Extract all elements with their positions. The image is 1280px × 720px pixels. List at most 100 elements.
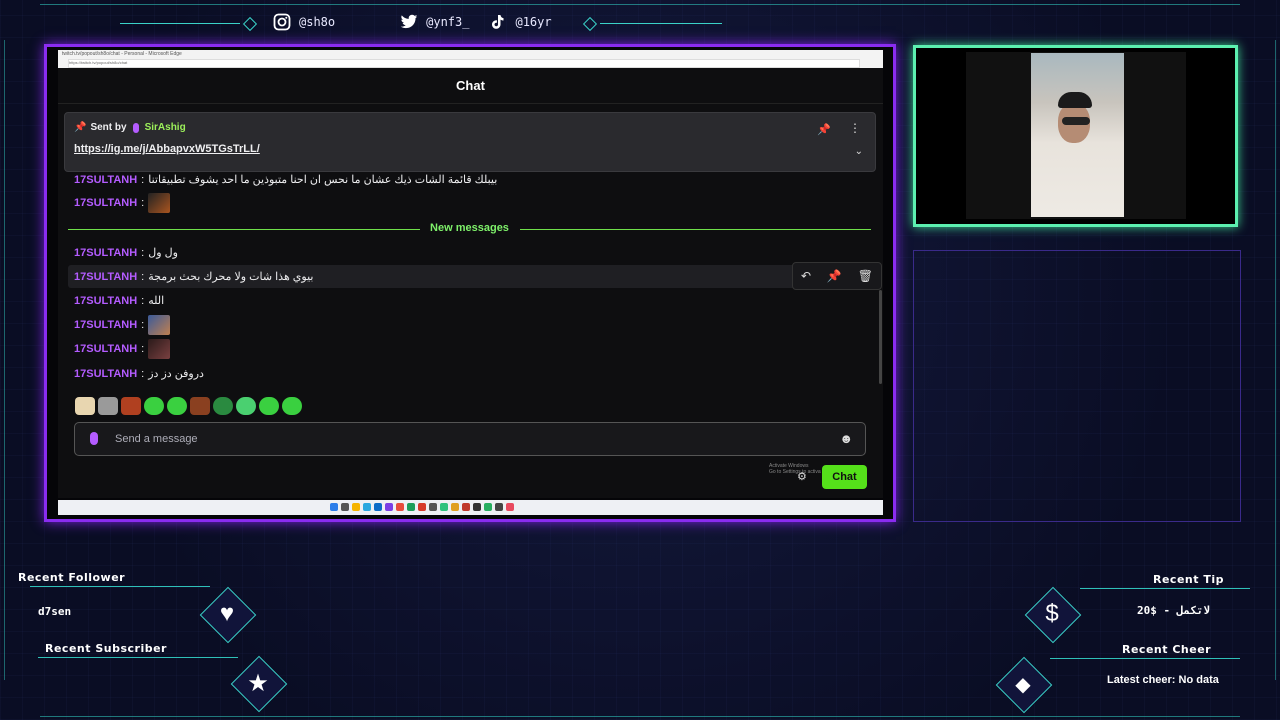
emote-button[interactable]: [167, 397, 187, 415]
mic-icon: [132, 122, 139, 133]
recent-cheer-label: Recent Cheer: [1122, 643, 1212, 656]
chat-message: 17SULTANH: دروفن دز دز: [74, 367, 204, 381]
colon: :: [141, 319, 145, 331]
emote-button[interactable]: [75, 397, 95, 415]
emote-image: [148, 339, 171, 359]
taskbar-app-icon[interactable]: [506, 503, 514, 511]
new-messages-label: New messages: [430, 222, 509, 234]
taskbar-app-icon[interactable]: [429, 503, 437, 511]
emote-button[interactable]: [213, 397, 233, 415]
send-chat-button[interactable]: Chat: [822, 465, 867, 489]
instagram-handle: @sh8o: [299, 15, 336, 29]
chat-message: 17SULTANH:: [74, 315, 171, 335]
taskbar-app-icon[interactable]: [418, 503, 426, 511]
windows-start-icon[interactable]: [330, 503, 338, 511]
mic-icon[interactable]: [90, 432, 98, 445]
colon: :: [141, 294, 145, 307]
chat-username[interactable]: 17SULTANH: [74, 343, 137, 355]
taskbar-app-icon[interactable]: [407, 503, 415, 511]
emote-button[interactable]: [98, 397, 118, 415]
recent-tip-value: 20$ - لاتكمل: [1137, 604, 1210, 617]
pinned-username[interactable]: SirAshig: [145, 122, 186, 133]
streamer-glasses: [1062, 117, 1090, 125]
recent-cheer-value: Latest cheer: No data: [1107, 674, 1219, 686]
social-twitter[interactable]: @ynf3_: [399, 12, 469, 32]
browser-tab-title: twitch.tv/popout/sh8o/chat - Personal - …: [62, 51, 182, 57]
colon: :: [141, 270, 145, 283]
colon: :: [141, 197, 145, 209]
widget-line: [1050, 658, 1240, 659]
dollar-icon: $: [1045, 600, 1059, 627]
heart-icon: ♥: [219, 600, 235, 627]
reply-icon[interactable]: ↶: [801, 269, 811, 283]
emote-button[interactable]: [236, 397, 256, 415]
chat-message: 17SULTANH: بيبلك قائمة الشات ذيك عشان ما…: [74, 173, 497, 187]
emoji-picker-icon[interactable]: ☻: [839, 431, 853, 446]
chat-message: 17SULTANH:: [74, 193, 171, 213]
browser-titlebar: twitch.tv/popout/sh8o/chat - Personal - …: [58, 50, 883, 69]
chat-username[interactable]: 17SULTANH: [74, 319, 137, 331]
taskbar-app-icon[interactable]: [352, 503, 360, 511]
chat-message: 17SULTANH: الله: [74, 294, 165, 308]
taskbar-app-icon[interactable]: [451, 503, 459, 511]
chat-username[interactable]: 17SULTANH: [74, 368, 137, 380]
colon: :: [141, 343, 145, 355]
emote-button[interactable]: [144, 397, 164, 415]
taskbar-app-icon[interactable]: [396, 503, 404, 511]
chat-username[interactable]: 17SULTANH: [74, 174, 137, 186]
chat-message[interactable]: 17SULTANH: بيوي هذا شات ولا محرك بحث برم…: [74, 270, 313, 284]
taskbar-app-icon[interactable]: [385, 503, 393, 511]
gear-icon[interactable]: ⚙: [797, 470, 807, 483]
pin-message-icon[interactable]: 📌: [827, 269, 842, 283]
emote-button[interactable]: [121, 397, 141, 415]
chat-username[interactable]: 17SULTANH: [74, 271, 137, 283]
chat-input-box[interactable]: Send a message ☻: [74, 422, 866, 456]
frame-line: [1275, 40, 1276, 680]
chat-text: الله: [148, 295, 165, 307]
taskbar-icons: [330, 503, 514, 511]
search-icon[interactable]: [341, 503, 349, 511]
taskbar-app-icon[interactable]: [440, 503, 448, 511]
pinned-link[interactable]: https://ig.me/j/AbbapvxW5TGsTrLL/: [74, 143, 260, 155]
social-tiktok[interactable]: @16yr: [488, 12, 552, 32]
colon: :: [141, 246, 145, 259]
chat-username[interactable]: 17SULTANH: [74, 197, 137, 209]
tiktok-icon: [488, 12, 508, 32]
top-divider-right: [600, 23, 722, 24]
delete-icon[interactable]: 🗑: [858, 269, 873, 283]
more-options-icon[interactable]: ⋮: [849, 121, 861, 135]
message-actions: ↶ 📌 🗑: [792, 262, 882, 290]
chat-username[interactable]: 17SULTANH: [74, 247, 137, 259]
chat-username[interactable]: 17SULTANH: [74, 295, 137, 307]
taskbar-app-icon[interactable]: [484, 503, 492, 511]
taskbar-app-icon[interactable]: [462, 503, 470, 511]
browser-address-bar[interactable]: https://twitch.tv/popout/sh8o/chat: [68, 59, 860, 68]
activate-windows-watermark: Activate Windows Go to Settings to activ…: [769, 463, 821, 475]
widget-line: [1080, 588, 1250, 589]
taskbar-app-icon[interactable]: [363, 503, 371, 511]
pin-icon: 📌: [74, 122, 87, 133]
social-instagram[interactable]: @sh8o: [272, 12, 335, 32]
emote-button[interactable]: [282, 397, 302, 415]
recent-follower-label: Recent Follower: [18, 571, 126, 584]
frame-line: [40, 716, 1240, 717]
chat-scrollbar[interactable]: [879, 290, 882, 384]
instagram-icon: [272, 12, 292, 32]
taskbar-app-icon[interactable]: [495, 503, 503, 511]
colon: :: [141, 367, 145, 380]
empty-overlay-box: [913, 250, 1241, 522]
chat-message: 17SULTANH:: [74, 339, 171, 359]
unpin-icon[interactable]: 📌: [817, 123, 831, 136]
emote-button[interactable]: [259, 397, 279, 415]
emote-button[interactable]: [190, 397, 210, 415]
taskbar-app-icon[interactable]: [374, 503, 382, 511]
chat-text: دروفن دز دز: [148, 368, 204, 380]
taskbar-app-icon[interactable]: [473, 503, 481, 511]
pinned-sender: 📌 Sent by SirAshig: [74, 122, 186, 133]
chevron-down-icon[interactable]: ⌄: [855, 146, 863, 157]
recent-subscriber-label: Recent Subscriber: [45, 642, 167, 655]
pinned-message[interactable]: 📌 Sent by SirAshig https://ig.me/j/Abbap…: [64, 112, 876, 172]
chat-input-placeholder: Send a message: [115, 433, 198, 445]
chat-text: ول ول: [148, 247, 178, 259]
new-messages-divider: New messages: [68, 222, 871, 236]
